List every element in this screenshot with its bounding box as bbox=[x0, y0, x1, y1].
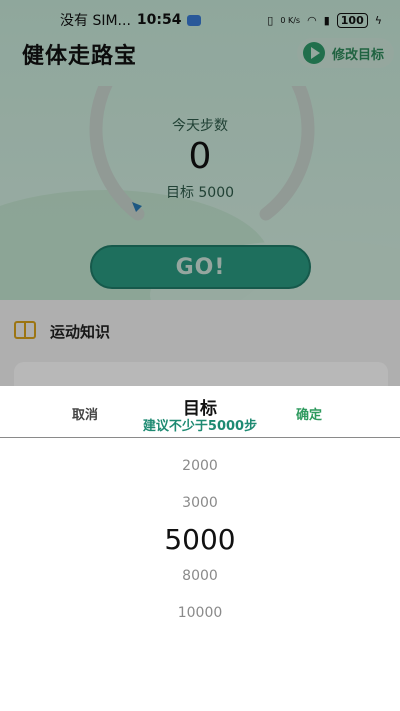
picker-header: 取消 目标 建议不少于5000步 确定 bbox=[0, 386, 400, 438]
goal-picker-sheet: 取消 目标 建议不少于5000步 确定 2000 3000 5000 8000 … bbox=[0, 386, 400, 711]
picker-option-selected[interactable]: 5000 bbox=[0, 523, 400, 556]
picker-option[interactable]: 10000 bbox=[0, 605, 400, 621]
picker-option[interactable]: 2000 bbox=[0, 458, 400, 474]
picker-subtitle: 建议不少于5000步 bbox=[142, 419, 258, 434]
picker-option[interactable]: 8000 bbox=[0, 568, 400, 584]
confirm-button[interactable]: 确定 bbox=[296, 404, 322, 423]
picker-option[interactable]: 3000 bbox=[0, 495, 400, 511]
modal-overlay[interactable] bbox=[0, 0, 400, 386]
